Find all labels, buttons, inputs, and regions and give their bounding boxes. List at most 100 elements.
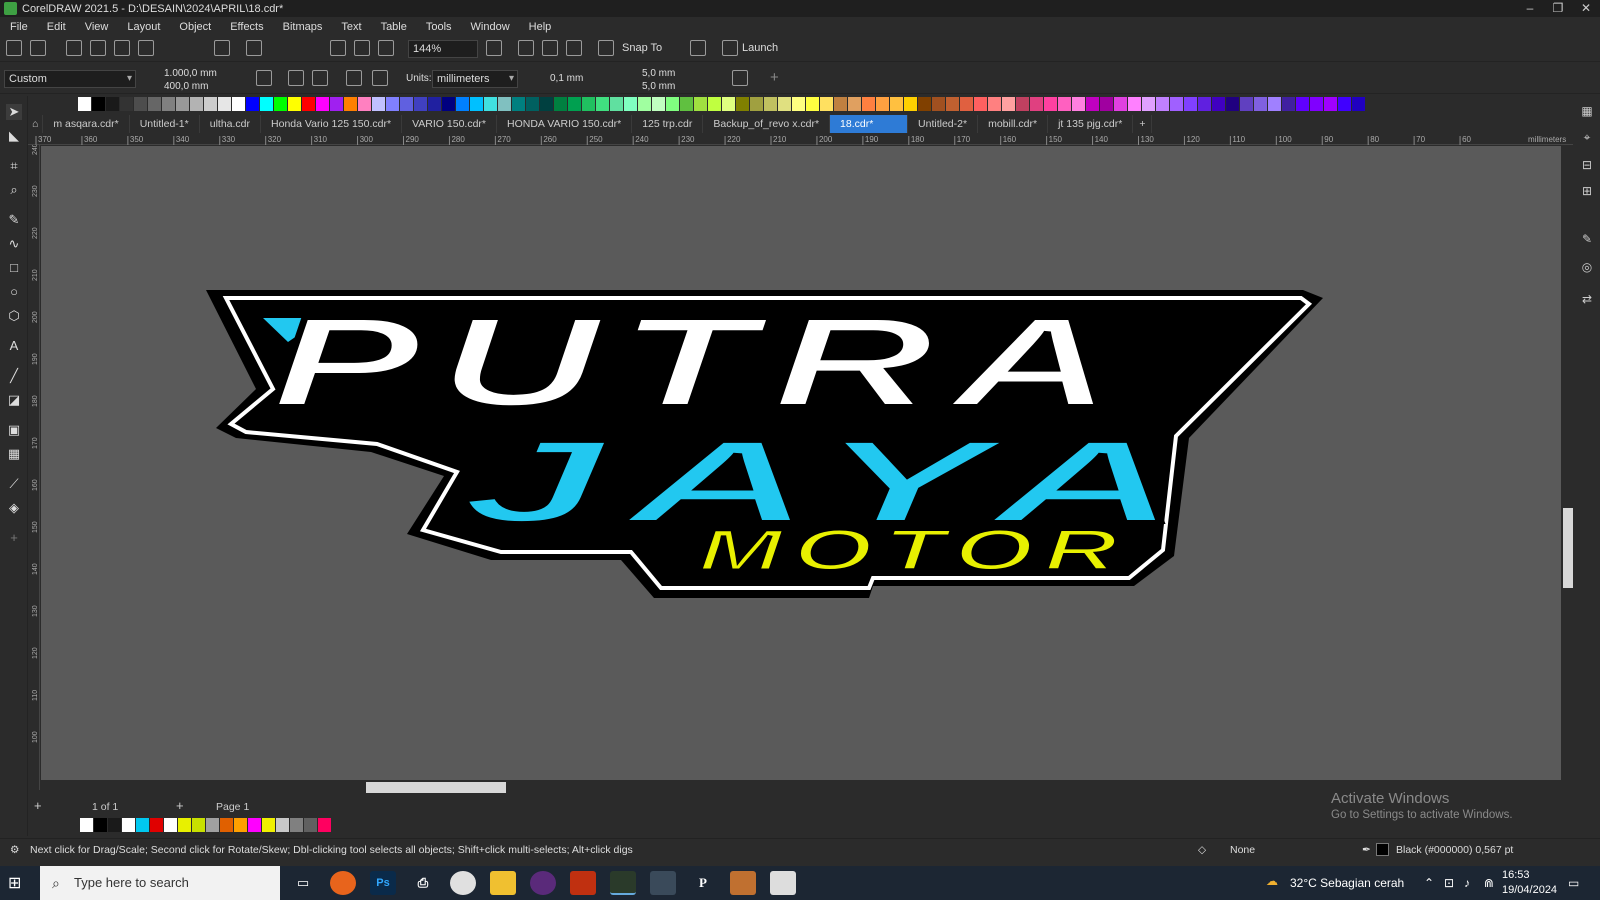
palette-swatch[interactable] <box>428 97 442 111</box>
palette-swatch[interactable] <box>904 97 918 111</box>
palette-swatch[interactable] <box>330 97 344 111</box>
palette-swatch[interactable] <box>1044 97 1058 111</box>
clock-date[interactable]: 19/04/2024 <box>1502 884 1557 896</box>
minimize-button[interactable]: – <box>1516 0 1544 17</box>
taskbar-search-box[interactable]: ⌕ Type here to search <box>40 866 280 900</box>
palette-swatch[interactable] <box>1338 97 1352 111</box>
palette-swatch[interactable] <box>848 97 862 111</box>
palette-swatch[interactable] <box>262 818 276 832</box>
palette-swatch[interactable] <box>1100 97 1114 111</box>
task-view-icon[interactable]: ▭ <box>290 871 316 895</box>
tray-chevron-icon[interactable]: ⌃ <box>1424 876 1434 890</box>
palette-swatch[interactable] <box>344 97 358 111</box>
document-tab[interactable]: Untitled-1* <box>130 115 200 133</box>
add-page-after-icon[interactable]: + <box>176 798 184 813</box>
palette-swatch[interactable] <box>1212 97 1226 111</box>
landscape-icon[interactable] <box>312 70 328 86</box>
print-icon[interactable] <box>138 40 154 56</box>
file-explorer-icon[interactable] <box>490 871 516 895</box>
palette-swatch[interactable] <box>442 97 456 111</box>
palette-swatch[interactable] <box>498 97 512 111</box>
shape-tool-icon[interactable]: ◣ <box>6 128 22 144</box>
eyedropper-tool-icon[interactable]: ⟋ <box>6 476 22 492</box>
palette-swatch[interactable] <box>136 818 150 832</box>
treat-as-filled-icon[interactable] <box>732 70 748 86</box>
show-rulers-icon[interactable] <box>518 40 534 56</box>
palette-swatch[interactable] <box>1156 97 1170 111</box>
palette-swatch[interactable] <box>148 97 162 111</box>
palette-swatch[interactable] <box>1058 97 1072 111</box>
palette-swatch[interactable] <box>162 97 176 111</box>
palette-swatch[interactable] <box>122 818 136 832</box>
palette-swatch[interactable] <box>890 97 904 111</box>
palette-swatch[interactable] <box>1030 97 1044 111</box>
palette-swatch[interactable] <box>694 97 708 111</box>
photoshop-icon[interactable]: Ps <box>370 871 396 895</box>
pick-tool-icon[interactable]: ➤ <box>6 104 22 120</box>
palette-swatch[interactable] <box>512 97 526 111</box>
nudge-distance-field[interactable]: 0,1 mm <box>550 73 583 84</box>
app-grid-icon[interactable] <box>570 871 596 895</box>
docker-transform-icon[interactable]: ⊞ <box>1579 184 1595 198</box>
undo-icon[interactable] <box>246 40 262 56</box>
menu-tools[interactable]: Tools <box>426 21 452 33</box>
settings-gear-icon[interactable]: ⚙ <box>10 844 19 856</box>
palette-swatch[interactable] <box>274 97 288 111</box>
drawing-canvas[interactable]: PUTRA JAYA MOTOR <box>41 146 1562 780</box>
palette-swatch[interactable] <box>358 97 372 111</box>
add-page-before-icon[interactable]: + <box>34 798 42 813</box>
palette-swatch[interactable] <box>134 97 148 111</box>
palette-swatch[interactable] <box>1268 97 1282 111</box>
vertical-ruler[interactable]: 240 230 220 210 200 190 180 170 160 150 140 130 120 1… <box>28 143 40 790</box>
page-width-field[interactable]: 1.000,0 mm <box>164 68 217 79</box>
palette-swatch[interactable] <box>92 97 106 111</box>
bezier-tool-icon[interactable]: ∿ <box>6 236 22 252</box>
palette-swatch[interactable] <box>792 97 806 111</box>
windows-start-icon[interactable]: ⊞ <box>8 875 26 893</box>
weather-icon[interactable]: ☁ <box>1266 874 1278 888</box>
palette-swatch[interactable] <box>946 97 960 111</box>
palette-swatch[interactable] <box>372 97 386 111</box>
interactive-fill-tool-icon[interactable]: ◈ <box>6 500 22 516</box>
duplicate-distance-x-field[interactable]: 5,0 mm <box>642 68 675 79</box>
ellipse-tool-icon[interactable]: ○ <box>6 284 22 300</box>
home-icon[interactable]: ⌂ <box>28 115 44 133</box>
palette-swatch[interactable] <box>304 818 318 832</box>
polygon-tool-icon[interactable]: ⬡ <box>6 308 22 324</box>
palette-swatch[interactable] <box>582 97 596 111</box>
palette-swatch[interactable] <box>750 97 764 111</box>
document-tab-active[interactable]: 18.cdr* <box>830 115 909 133</box>
palette-swatch[interactable] <box>248 818 262 832</box>
palette-swatch[interactable] <box>918 97 932 111</box>
snap-to-dropdown[interactable]: Snap To <box>622 42 662 54</box>
notifications-icon[interactable]: ▭ <box>1568 876 1579 890</box>
close-button[interactable]: ✕ <box>1572 0 1600 17</box>
paste-icon[interactable] <box>214 40 230 56</box>
launch-icon[interactable] <box>722 40 738 56</box>
palette-swatch[interactable] <box>680 97 694 111</box>
palette-swatch[interactable] <box>862 97 876 111</box>
weather-text[interactable]: 32°C Sebagian cerah <box>1290 876 1404 890</box>
palette-swatch[interactable] <box>218 97 232 111</box>
palette-swatch[interactable] <box>192 818 206 832</box>
clipboard-app-icon[interactable] <box>770 871 796 895</box>
palette-swatch[interactable] <box>176 97 190 111</box>
freehand-tool-icon[interactable]: ✎ <box>6 212 22 228</box>
object-layout-icon[interactable] <box>346 70 362 86</box>
palette-swatch[interactable] <box>302 97 316 111</box>
palette-swatch[interactable] <box>1142 97 1156 111</box>
palette-swatch[interactable] <box>1352 97 1366 111</box>
palette-swatch[interactable] <box>1114 97 1128 111</box>
palette-swatch[interactable] <box>106 97 120 111</box>
text-tool-icon[interactable]: A <box>6 338 22 354</box>
palette-swatch[interactable] <box>1184 97 1198 111</box>
docker-xy-icon[interactable]: ⌖ <box>1579 130 1595 144</box>
zoom-tool-icon[interactable]: ⌕ <box>6 182 22 198</box>
palette-swatch[interactable] <box>1016 97 1030 111</box>
palette-swatch[interactable] <box>1170 97 1184 111</box>
palette-swatch[interactable] <box>1282 97 1296 111</box>
document-tab[interactable]: ultha.cdr <box>200 115 262 133</box>
palette-swatch[interactable] <box>386 97 400 111</box>
palette-swatch[interactable] <box>178 818 192 832</box>
page-tab[interactable]: Page 1 <box>216 801 249 813</box>
